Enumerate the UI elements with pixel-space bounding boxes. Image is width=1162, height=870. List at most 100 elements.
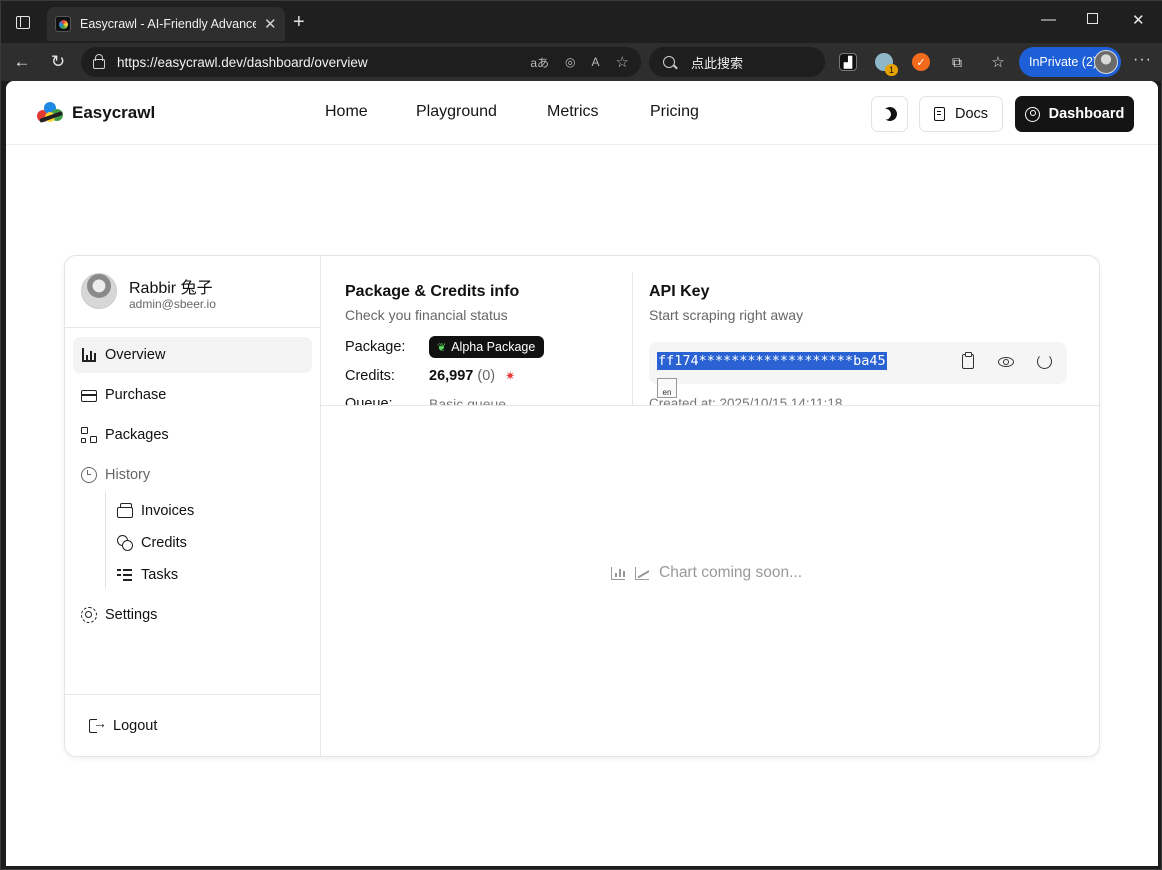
sidebar-item-credits[interactable]: Credits — [117, 529, 187, 557]
theme-toggle-button[interactable] — [871, 96, 908, 132]
chart-placeholder: Chart coming soon... — [611, 564, 802, 582]
site-header: Easycrawl Home Playground Metrics Pricin… — [6, 81, 1158, 145]
api-key-box: ff174*******************ba45 — [649, 342, 1067, 384]
package-panel-subtitle: Check you financial status — [345, 307, 508, 323]
credits-pending: (0) — [477, 368, 496, 384]
close-window-icon[interactable]: ✕ — [1132, 11, 1145, 29]
api-panel-subtitle: Start scraping right away — [649, 307, 804, 323]
title-bar: Easycrawl - AI-Friendly Advanced ✕ + — ✕ — [1, 1, 1162, 43]
refresh-key-icon[interactable] — [1037, 354, 1052, 369]
sidebar-item-packages[interactable]: Packages — [73, 417, 312, 453]
search-icon — [663, 56, 675, 68]
more-menu-icon[interactable]: ··· — [1133, 51, 1152, 69]
sidebar-item-invoices[interactable]: Invoices — [117, 497, 194, 525]
copy-clipboard-icon[interactable] — [962, 352, 974, 369]
docs-button[interactable]: Docs — [919, 96, 1003, 132]
sidebar-item-history[interactable]: History — [73, 457, 312, 493]
logout-icon — [89, 715, 107, 734]
divider — [321, 405, 1099, 406]
extension-badge: 1 — [885, 64, 898, 76]
sidebar-item-label: Packages — [105, 427, 169, 443]
divider — [65, 694, 321, 695]
sparkle-icon: ✷ — [505, 369, 516, 383]
easycrawl-logo-icon — [35, 100, 67, 126]
brand-link[interactable]: Easycrawl — [35, 100, 155, 126]
nav-pricing[interactable]: Pricing — [650, 103, 699, 121]
refresh-icon[interactable]: ↻ — [47, 51, 69, 73]
minimize-icon[interactable]: — — [1041, 11, 1056, 28]
sidebar-item-tasks[interactable]: Tasks — [117, 561, 178, 589]
translate-overlay-icon[interactable]: en — [657, 378, 677, 398]
chart-placeholder-text: Chart coming soon... — [659, 564, 803, 581]
favorites-icon[interactable]: ☆ — [989, 53, 1007, 71]
lock-icon — [93, 53, 105, 69]
search-placeholder: 点此搜索 — [691, 55, 744, 71]
extension-icon[interactable]: ▟ — [839, 53, 857, 71]
brand-name: Easycrawl — [72, 103, 156, 122]
new-tab-icon[interactable]: + — [293, 11, 305, 34]
close-tab-icon[interactable]: ✕ — [264, 15, 277, 33]
sidebar-item-label: Settings — [105, 607, 158, 623]
search-box[interactable]: 点此搜索 — [649, 47, 825, 77]
package-panel-title: Package & Credits info — [345, 283, 520, 300]
document-icon — [933, 107, 945, 121]
browser-toolbar: ← ↻ https://easycrawl.dev/dashboard/over… — [1, 43, 1162, 81]
tab-actions-icon[interactable] — [13, 12, 33, 32]
eye-icon[interactable] — [998, 357, 1014, 367]
sidebar-item-settings[interactable]: Settings — [73, 597, 312, 633]
nav-home[interactable]: Home — [325, 103, 368, 121]
package-value: Alpha Package — [451, 340, 536, 354]
tab-title: Easycrawl - AI-Friendly Advanced — [80, 17, 256, 31]
back-icon[interactable]: ← — [11, 51, 33, 73]
maximize-icon[interactable] — [1087, 13, 1098, 24]
inprivate-label: InPrivate (2) — [1029, 55, 1098, 69]
user-circle-icon — [1024, 106, 1040, 122]
divider — [632, 272, 633, 405]
credits-value-group: 26,997 (0) ✷ — [429, 368, 515, 384]
dashboard-label: Dashboard — [1048, 106, 1125, 122]
tab-easycrawl[interactable]: Easycrawl - AI-Friendly Advanced ✕ — [47, 7, 285, 41]
credits-value: 26,997 — [429, 368, 474, 384]
coins-icon — [117, 535, 133, 551]
tracking-prevention-icon[interactable]: ◎ — [565, 55, 575, 69]
api-panel-title: API Key — [649, 283, 710, 300]
moon-icon — [880, 104, 899, 123]
extension-orange-icon[interactable]: ✓ — [912, 53, 930, 71]
logout-button[interactable]: Logout — [81, 708, 305, 744]
sidebar-item-label: Invoices — [141, 503, 195, 519]
address-bar[interactable]: https://easycrawl.dev/dashboard/overview… — [81, 47, 641, 77]
api-key-text[interactable]: ff174*******************ba45 — [657, 352, 887, 370]
docs-label: Docs — [954, 106, 989, 122]
page-viewport: Easycrawl Home Playground Metrics Pricin… — [6, 81, 1158, 866]
sprout-icon: ❦ — [437, 341, 447, 354]
credits-label: Credits: — [345, 368, 395, 384]
line-chart-icon — [635, 566, 649, 580]
translate-icon[interactable]: aあ — [530, 54, 549, 71]
profile-avatar-icon — [1094, 50, 1118, 74]
info-region: Package & Credits info Check you financi… — [65, 256, 1099, 405]
task-list-icon — [117, 567, 133, 583]
read-aloud-icon[interactable]: A — [592, 55, 600, 69]
history-icon — [81, 467, 97, 483]
logout-label: Logout — [113, 718, 158, 734]
nav-playground[interactable]: Playground — [416, 103, 497, 121]
package-badge: ❦ Alpha Package — [429, 336, 545, 358]
wallet-icon — [117, 503, 133, 518]
extensions-puzzle-icon[interactable]: ⧉ — [948, 53, 966, 71]
favorite-star-icon[interactable]: ☆ — [616, 53, 629, 71]
package-label: Package: — [345, 339, 406, 355]
inprivate-button[interactable]: InPrivate (2) — [1019, 47, 1121, 77]
queue-value: Basic queue — [429, 396, 507, 405]
nav-metrics[interactable]: Metrics — [547, 103, 599, 121]
browser-window: Easycrawl - AI-Friendly Advanced ✕ + — ✕… — [0, 0, 1162, 870]
queue-label: Queue: — [345, 396, 393, 405]
sidebar-item-label: History — [105, 467, 151, 483]
gear-icon — [81, 607, 97, 623]
bar-chart-icon — [611, 566, 625, 580]
dashboard-button[interactable]: Dashboard — [1015, 96, 1134, 132]
sidebar-item-label: Tasks — [141, 567, 179, 583]
api-key-created-at: Created at: 2025/10/15 14:11:18 — [649, 396, 843, 405]
dashboard-card: Rabbir 兔子 admin@sbeer.io Overview Purcha… — [64, 255, 1100, 757]
sidebar-item-label: Credits — [141, 535, 187, 551]
url-text[interactable]: https://easycrawl.dev/dashboard/overview — [117, 55, 514, 70]
